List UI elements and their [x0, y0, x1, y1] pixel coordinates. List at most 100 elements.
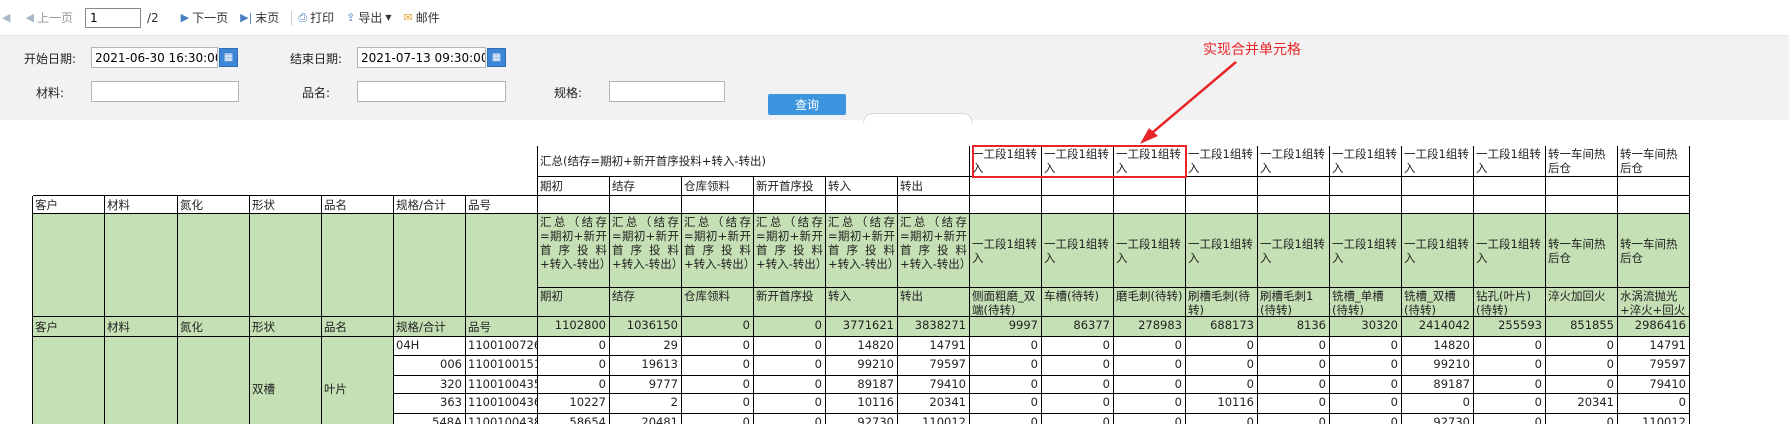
process-group: 一工段1组转入: [1330, 214, 1402, 288]
summary-column-header: 转出: [898, 177, 970, 196]
table-cell: 0: [754, 414, 826, 424]
table-row-spec: 006: [394, 356, 466, 376]
page-number-input[interactable]: [84, 7, 141, 28]
table-cell: 79410: [898, 376, 970, 394]
last-page-button[interactable]: ▶| 末页: [240, 9, 279, 26]
table-cell: 0: [1474, 376, 1546, 394]
table-cell: 0: [1042, 356, 1114, 376]
mail-label: 邮件: [415, 11, 440, 25]
blank-cell: [1258, 177, 1330, 196]
table-row-spec: 548A: [394, 414, 466, 424]
table-cell: 0: [1258, 337, 1330, 356]
query-button[interactable]: 查询: [768, 94, 846, 115]
material-label: 材料:: [36, 86, 65, 100]
total-value: 0: [754, 317, 826, 337]
table-cell: 0: [1186, 337, 1258, 356]
table-cell: 0: [1114, 337, 1186, 356]
summary-column-header: 新开首序投: [754, 177, 826, 196]
print-label: 打印: [310, 11, 335, 25]
mail-button[interactable]: ✉ 邮件: [404, 9, 440, 26]
spec-input[interactable]: [609, 81, 725, 102]
table-cell: 19613: [610, 356, 682, 376]
summary-column-header: 结存: [610, 177, 682, 196]
table-cell: 2: [610, 394, 682, 414]
product-label: 品名:: [302, 86, 331, 100]
table-cell: 79597: [1618, 356, 1690, 376]
table-cell: 14791: [1618, 337, 1690, 356]
blank-cell: [1186, 177, 1258, 196]
annotation-label: 实现合并单元格: [1203, 42, 1301, 58]
blank-cell: [538, 196, 610, 214]
table-cell: 0: [1546, 337, 1618, 356]
summary-description: 汇总（结存=期初+新开首序投料+转入-转出）: [682, 214, 754, 288]
calendar-icon[interactable]: ▦: [219, 48, 238, 67]
total-value: 688173: [1186, 317, 1258, 337]
blank-cell: [1546, 177, 1618, 196]
export-button[interactable]: ⇪ 导出 ▼: [346, 9, 391, 26]
start-date-label: 开始日期:: [24, 52, 77, 66]
process-header: 一工段1组转入: [1186, 146, 1258, 177]
table-cell: 0: [1330, 394, 1402, 414]
table-cell: 0: [1546, 376, 1618, 394]
next-page-button[interactable]: ▶ 下一页: [181, 9, 228, 26]
summary-column-header: 期初: [538, 288, 610, 317]
blank-cell: [1042, 177, 1114, 196]
first-page-button[interactable]: ◀: [2, 11, 13, 24]
operation-header: 磨毛刺(待转): [1114, 288, 1186, 317]
table-cell: 89187: [826, 376, 898, 394]
column-header: 规格/合计: [394, 317, 466, 337]
blank-cell: [1258, 196, 1330, 214]
first-page-icon: ◀: [2, 11, 11, 24]
table-cell: 0: [682, 337, 754, 356]
table-cell: 0: [970, 337, 1042, 356]
report-table: 汇总(结存=期初+新开首序投料+转入-转出) 一工段1组转入 一工段1组转入 一工段1…: [0, 146, 1789, 424]
table-cell: 0: [1402, 394, 1474, 414]
merged-cell-highlight: [972, 145, 1187, 178]
table-cell: 20341: [1546, 394, 1618, 414]
summary-description: 汇总（结存=期初+新开首序投料+转入-转出）: [610, 214, 682, 288]
process-group: 一工段1组转入: [1474, 214, 1546, 288]
collapse-panel-handle[interactable]: [863, 113, 973, 123]
table-cell: 0: [1114, 394, 1186, 414]
prev-page-button[interactable]: ◀ 上一页: [25, 9, 72, 26]
calendar-icon[interactable]: ▦: [487, 48, 506, 67]
blank-cell: [754, 196, 826, 214]
table-cell: 20481: [610, 414, 682, 424]
export-label: 导出: [358, 11, 383, 25]
table-cell: 0: [970, 394, 1042, 414]
table-cell: 0: [754, 394, 826, 414]
start-date-input[interactable]: [91, 47, 218, 68]
table-cell: 0: [682, 414, 754, 424]
blank-cell: [1330, 177, 1402, 196]
total-value: 1102800: [538, 317, 610, 337]
blank-cell: [1330, 196, 1402, 214]
operation-header: 水涡流抛光+淬火+回火: [1618, 288, 1690, 317]
table-cell: 0: [1546, 356, 1618, 376]
column-header: 品号: [466, 317, 538, 337]
end-date-input[interactable]: [357, 47, 486, 68]
blank-cell: [1474, 196, 1546, 214]
table-cell: 10116: [826, 394, 898, 414]
toolbar-divider: [291, 10, 293, 25]
table-cell: 0: [682, 376, 754, 394]
column-header: 氮化: [178, 317, 250, 337]
table-cell: 0: [1474, 356, 1546, 376]
print-button[interactable]: ⎙ 打印: [298, 9, 334, 26]
process-header: 转一车间热后仓: [1618, 146, 1690, 177]
product-input[interactable]: [357, 81, 506, 102]
summary-description: 汇总（结存=期初+新开首序投料+转入-转出）: [754, 214, 826, 288]
material-input[interactable]: [91, 81, 239, 102]
table-cell: 0: [1474, 394, 1546, 414]
column-header: 品名: [322, 317, 394, 337]
column-header: 材料: [105, 196, 178, 214]
process-header: 一工段1组转入: [1474, 146, 1546, 177]
table-cell: 9777: [610, 376, 682, 394]
prev-page-icon: ◀: [25, 11, 34, 24]
process-group: 一工段1组转入: [1042, 214, 1114, 288]
end-date-label: 结束日期:: [290, 52, 343, 66]
export-icon: ⇪: [346, 11, 356, 24]
summary-column-header: 结存: [610, 288, 682, 317]
operation-header: 钻孔(叶片)(待转): [1474, 288, 1546, 317]
summary-description: 汇总（结存=期初+新开首序投料+转入-转出）: [826, 214, 898, 288]
table-cell: 0: [1474, 414, 1546, 424]
